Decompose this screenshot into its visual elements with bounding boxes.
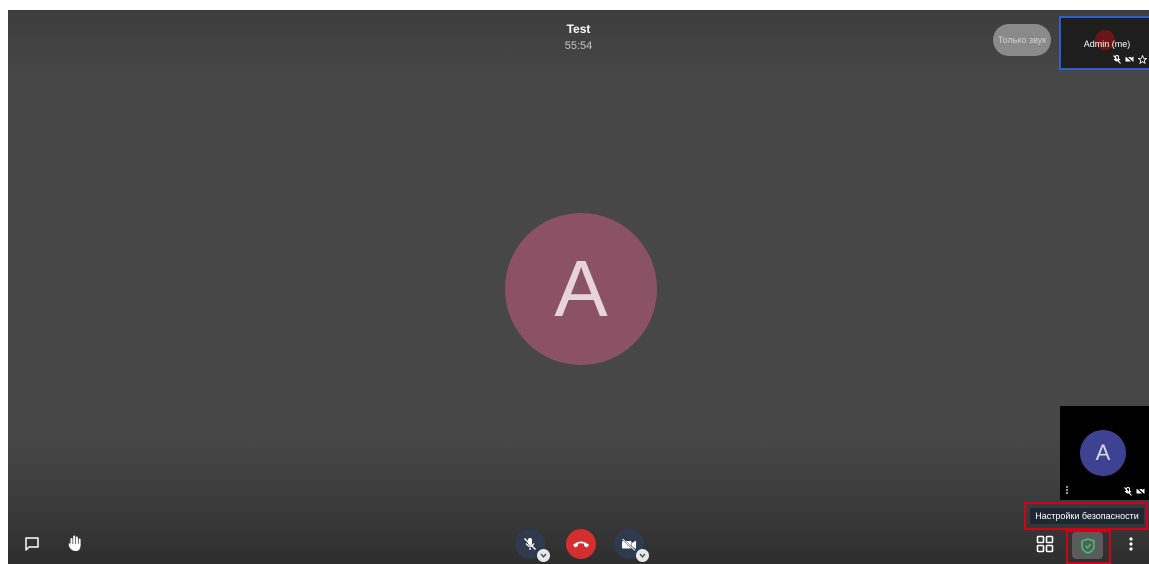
self-name: Admin (me)	[1083, 39, 1131, 49]
chat-button[interactable]	[22, 534, 42, 554]
tile-view-icon	[1036, 535, 1054, 553]
phone-hangup-icon	[573, 541, 589, 548]
security-tooltip-highlight: Настройки безопасности	[1024, 502, 1148, 530]
chevron-down-icon	[639, 553, 646, 558]
more-options-icon	[1129, 537, 1133, 551]
hangup-button[interactable]	[566, 529, 596, 559]
participant-tile[interactable]: A	[1060, 406, 1149, 500]
security-tooltip: Настройки безопасности	[1030, 508, 1144, 524]
raise-hand-button[interactable]	[64, 532, 86, 554]
security-options-button[interactable]	[1072, 532, 1103, 559]
camera-toggle-button[interactable]	[614, 529, 649, 562]
camera-options-chevron[interactable]	[636, 549, 649, 562]
audio-only-label: Только звук	[993, 24, 1051, 56]
microphone-muted-icon	[524, 538, 536, 550]
camera-off-icon	[1136, 487, 1145, 495]
main-speaker-avatar: A	[505, 213, 657, 365]
raise-hand-icon	[68, 535, 81, 551]
mic-muted-icon	[1113, 55, 1121, 64]
conference-stage: Test 55:54 A Только звук Admin (me) A На…	[8, 10, 1149, 564]
participant-avatar: A	[1080, 430, 1126, 476]
microphone-toggle-button[interactable]	[515, 529, 550, 562]
meeting-title: Test	[566, 22, 591, 36]
self-view-tile[interactable]: Admin (me)	[1059, 16, 1149, 70]
meeting-timer: 55:54	[564, 40, 593, 52]
mic-muted-icon	[1124, 487, 1132, 496]
mic-options-chevron[interactable]	[537, 549, 550, 562]
camera-off-icon	[621, 537, 636, 551]
tile-view-button[interactable]	[1034, 533, 1056, 555]
camera-off-icon	[1125, 55, 1134, 63]
security-shield-icon	[1080, 537, 1095, 554]
more-vertical-icon[interactable]	[1066, 486, 1068, 494]
chevron-down-icon	[540, 553, 547, 558]
star-icon	[1138, 55, 1147, 64]
more-options-button[interactable]	[1124, 533, 1138, 555]
chat-icon	[25, 537, 39, 551]
